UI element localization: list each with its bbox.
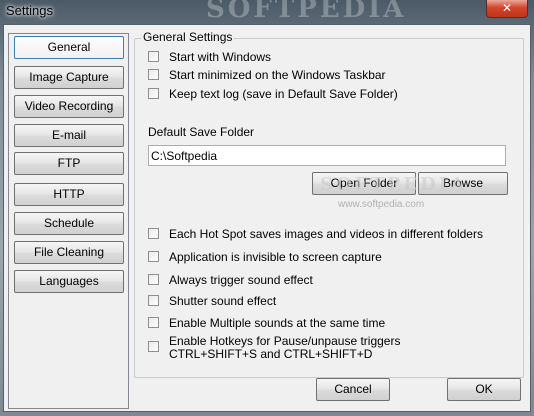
window-title: Settings	[6, 3, 53, 18]
option-label: Start with Windows	[169, 50, 272, 64]
checkbox[interactable]	[148, 341, 159, 352]
option-label: Application is invisible to screen captu…	[169, 250, 382, 264]
option-label: Start minimized on the Windows Taskbar	[169, 68, 386, 82]
option-label: Enable Multiple sounds at the same time	[169, 316, 386, 330]
title-bar[interactable]: SOFTPEDIA Settings ✕	[0, 0, 534, 24]
option-label: Keep text log (save in Default Save Fold…	[169, 87, 398, 101]
settings-window: SOFTPEDIA Settings ✕ General Image Captu…	[0, 0, 534, 416]
cancel-button[interactable]: Cancel	[316, 378, 390, 401]
checkbox[interactable]	[148, 88, 159, 99]
checkbox[interactable]	[148, 317, 159, 328]
checkbox[interactable]	[148, 251, 159, 262]
nav-file-cleaning-button[interactable]: File Cleaning	[14, 241, 124, 264]
watermark: SOFTPEDIA	[206, 0, 407, 24]
nav-languages-button[interactable]: Languages	[14, 270, 124, 293]
save-folder-input[interactable]: C:\Softpedia	[148, 145, 506, 166]
checkbox[interactable]	[148, 274, 159, 285]
nav-video-recording-button[interactable]: Video Recording	[14, 95, 124, 118]
option-label: Each Hot Spot saves images and videos in…	[169, 227, 483, 241]
option-label: Shutter sound effect	[169, 294, 277, 308]
close-icon: ✕	[501, 1, 513, 15]
nav-email-button[interactable]: E-mail	[14, 124, 124, 147]
client-area: General Image Capture Video Recording E-…	[3, 24, 531, 412]
nav-general-button[interactable]: General	[14, 36, 124, 59]
nav-ftp-button[interactable]: FTP	[14, 152, 124, 175]
nav-http-button[interactable]: HTTP	[14, 183, 124, 206]
checkbox[interactable]	[148, 69, 159, 80]
group-title: General Settings	[141, 30, 235, 44]
save-folder-label: Default Save Folder	[148, 125, 255, 139]
option-label: Always trigger sound effect	[169, 273, 313, 287]
checkbox[interactable]	[148, 228, 159, 239]
checkbox[interactable]	[148, 295, 159, 306]
option-label-line2: CTRL+SHIFT+S and CTRL+SHIFT+D	[169, 347, 373, 361]
watermark-center: SOFTPEDIA	[320, 174, 468, 195]
checkbox[interactable]	[148, 51, 159, 62]
watermark-url: www.softpedia.com	[338, 199, 425, 210]
ok-button[interactable]: OK	[447, 378, 521, 401]
nav-schedule-button[interactable]: Schedule	[14, 212, 124, 235]
close-button[interactable]: ✕	[486, 0, 528, 18]
nav-image-capture-button[interactable]: Image Capture	[14, 66, 124, 89]
